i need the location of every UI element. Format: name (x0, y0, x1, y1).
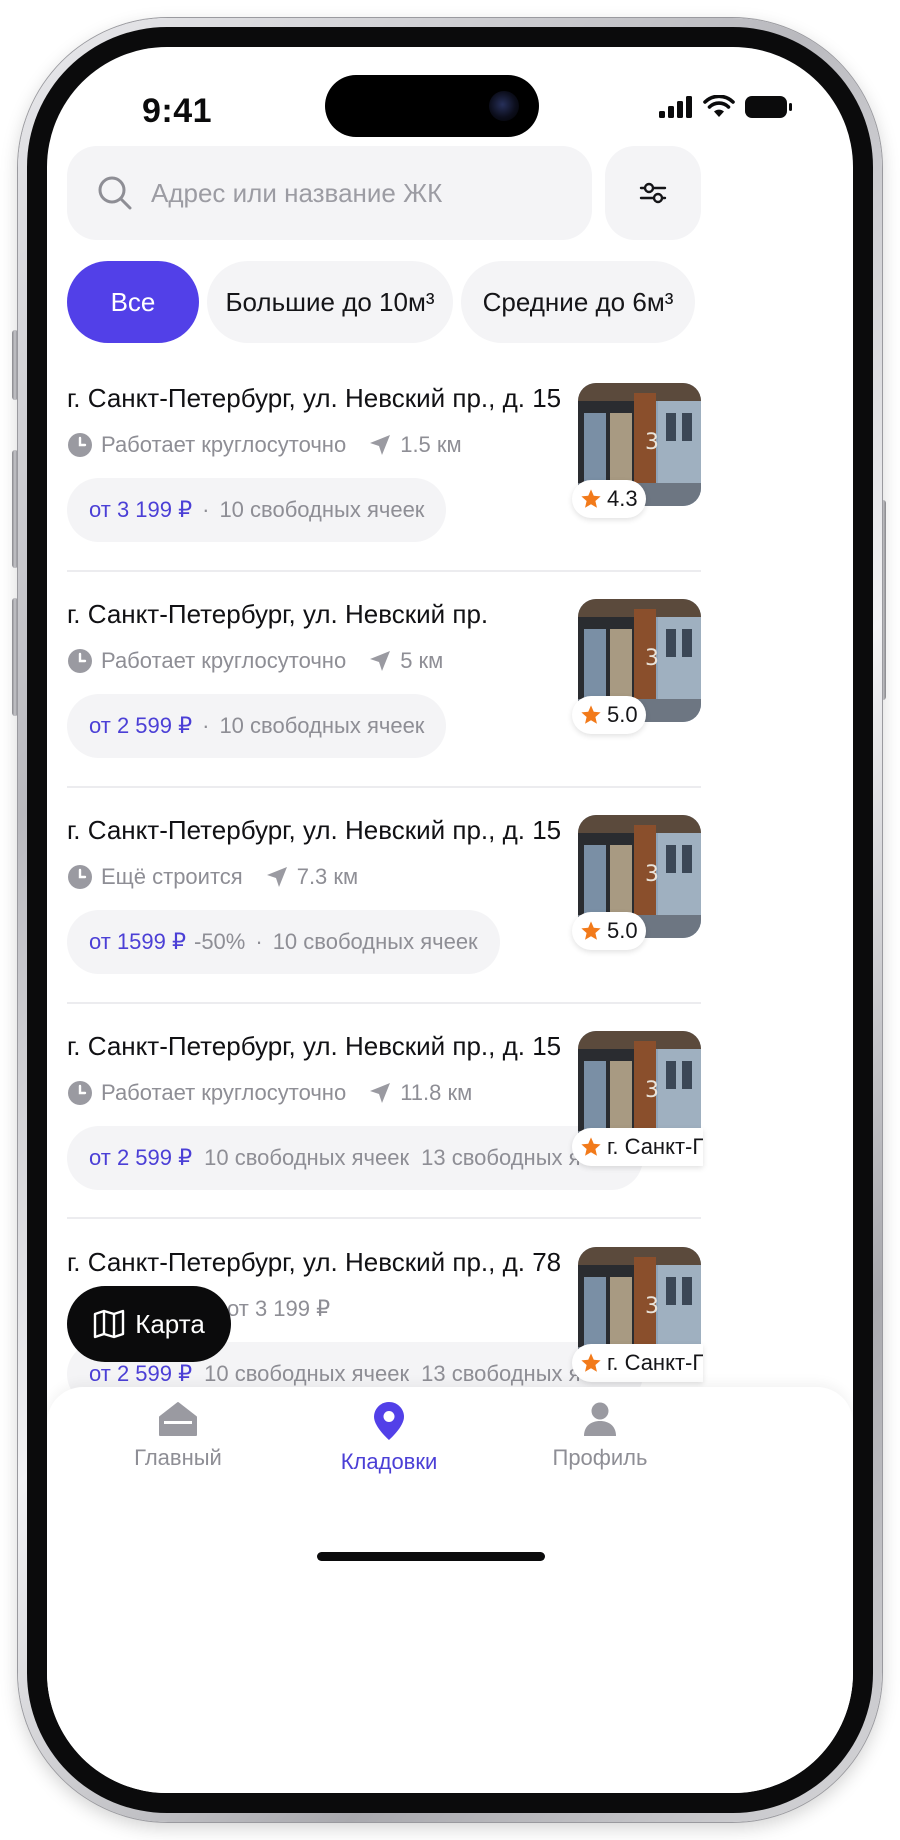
rating-value: г. Санкт-Петербург (607, 1134, 703, 1159)
star-icon (581, 1353, 601, 1372)
search-icon (98, 176, 132, 210)
listing-price: от 2 599 ₽ (89, 713, 193, 738)
tab-profile[interactable]: Профиль (520, 1401, 680, 1471)
listing-price-pill: от 3 199 ₽ · 10 свободных ячеек (67, 478, 447, 542)
rating-value: 5.0 (607, 918, 638, 943)
divider (67, 570, 701, 572)
map-button[interactable]: Карта (67, 1286, 231, 1362)
listing-cells: 10 свободных ячеек (219, 497, 425, 522)
listing-price-pill: от 2 599 ₽ 10 свободных ячеек 13 свободн… (67, 1126, 643, 1190)
chip-medium[interactable]: Средние до 6м³ (461, 261, 695, 343)
listing-meta: Работает круглосуточно 11.8 км (67, 1077, 472, 1109)
listing-title: г. Санкт-Петербург, ул. Невский пр. (67, 599, 489, 629)
listing-card[interactable]: г. Санкт-Петербург, ул. Невский пр., д. … (67, 1031, 703, 1201)
listing-price: от 3 199 ₽ (89, 497, 193, 522)
listing-price: от 2 599 ₽ (89, 1361, 193, 1386)
star-icon (581, 489, 601, 508)
rating-badge: 5.0 (572, 912, 646, 950)
filter-button[interactable] (605, 146, 701, 240)
listing-distance: 7.3 км (296, 864, 359, 889)
divider (67, 1002, 701, 1004)
listing-meta: Ещё строится 7.3 км (67, 861, 358, 893)
listing-distance: 1.5 км (400, 432, 462, 457)
cellular-signal-icon (659, 96, 692, 118)
listing-price-pill: от 2 599 ₽ · 10 свободных ячеек (67, 694, 447, 758)
tab-home[interactable]: Главный (98, 1401, 258, 1471)
navigation-arrow-icon (370, 651, 391, 671)
divider (67, 1217, 701, 1219)
listing-title: г. Санкт-Петербург, ул. Невский пр., д. … (67, 1031, 562, 1061)
search-input[interactable]: Адрес или название ЖК (67, 146, 592, 240)
clock-icon (68, 649, 92, 673)
dynamic-island (325, 75, 539, 137)
sliders-icon (639, 182, 667, 204)
clock-icon (68, 433, 92, 457)
home-icon (159, 1402, 197, 1436)
listing-cells: 10 свободных ячеек (204, 1361, 410, 1386)
search-placeholder: Адрес или название ЖК (151, 177, 443, 208)
battery-icon (745, 96, 792, 118)
listing-meta: Работает круглосуточно 5 км (67, 645, 443, 677)
rating-badge: г. Санкт-Петербург (572, 1344, 703, 1382)
tab-storage-label: Кладовки (340, 1449, 438, 1474)
rating-value: 5.0 (607, 702, 638, 727)
listing-meta: Работает круглосуточно 1.5 км (67, 429, 462, 461)
clock-icon (68, 865, 92, 889)
listing-card[interactable]: г. Санкт-Петербург, ул. Невский пр., д. … (67, 815, 703, 985)
chip-all[interactable]: Все (67, 261, 199, 343)
user-icon (584, 1402, 616, 1436)
listing-card[interactable]: г. Санкт-Петербург, ул. Невский пр., д. … (67, 383, 703, 553)
status-icons (659, 95, 793, 119)
divider (67, 786, 701, 788)
listing-price: от 1599 ₽ (89, 929, 186, 954)
tab-home-label: Главный (134, 1445, 222, 1470)
listing-title: г. Санкт-Петербург, ул. Невский пр., д. … (67, 383, 562, 413)
listing-status: Ещё строится (101, 864, 243, 889)
listing-cells: 10 свободных ячеек (272, 929, 478, 954)
app-screen: 9:41 Адрес или название ЖК Все Большие д… (47, 47, 853, 1793)
listing-status-partial: от 3 199 ₽ (227, 1296, 331, 1321)
map-button-label: Карта (135, 1308, 205, 1339)
rating-badge: 4.3 (572, 480, 646, 518)
svg-text:3: 3 (645, 862, 659, 887)
tab-bar: Главный Кладовки Профиль (47, 1387, 853, 1793)
rating-value: 4.3 (607, 486, 638, 511)
svg-text:3: 3 (645, 430, 659, 455)
tab-profile-label: Профиль (552, 1445, 648, 1470)
star-icon (581, 705, 601, 724)
listing-card[interactable]: г. Санкт-Петербург, ул. Невский пр. Рабо… (67, 599, 703, 769)
listing-status: Работает круглосуточно (101, 1080, 347, 1105)
map-pin-icon (374, 1402, 404, 1440)
navigation-arrow-icon (370, 435, 391, 455)
navigation-arrow-icon (370, 1083, 391, 1103)
rating-badge: 5.0 (572, 696, 646, 734)
listing-distance: 5 км (400, 648, 444, 673)
listing-cells: 10 свободных ячеек (204, 1145, 410, 1170)
listing-price-pill: от 1599 ₽ -50% · 10 свободных ячеек (67, 910, 500, 974)
svg-text:3: 3 (645, 1078, 659, 1103)
star-icon (581, 1137, 601, 1156)
listing-discount: -50% (194, 929, 246, 954)
svg-text:3: 3 (645, 1294, 659, 1319)
wifi-icon (703, 95, 735, 117)
rating-badge: г. Санкт-Петербург (572, 1128, 703, 1166)
navigation-arrow-icon (266, 867, 287, 887)
rating-value: г. Санкт-Петербург (607, 1350, 703, 1375)
listing-title: г. Санкт-Петербург, ул. Невский пр., д. … (67, 815, 562, 845)
home-indicator (317, 1552, 545, 1561)
listing-cells: 10 свободных ячеек (219, 713, 425, 738)
star-icon (581, 921, 601, 940)
listing-distance: 11.8 км (400, 1080, 473, 1105)
camera-icon (489, 91, 519, 121)
map-icon (94, 1309, 125, 1339)
listing-status: Работает круглосуточно (101, 648, 347, 673)
listing-price: от 2 599 ₽ (89, 1145, 193, 1170)
tab-storage[interactable]: Кладовки (309, 1401, 469, 1475)
svg-text:3: 3 (645, 646, 659, 671)
status-time: 9:41 (142, 92, 213, 130)
clock-icon (68, 1081, 92, 1105)
listing-title: г. Санкт-Петербург, ул. Невский пр., д. … (67, 1247, 562, 1277)
listing-status: Работает круглосуточно (101, 432, 347, 457)
chip-large[interactable]: Большие до 10м³ (207, 261, 453, 343)
